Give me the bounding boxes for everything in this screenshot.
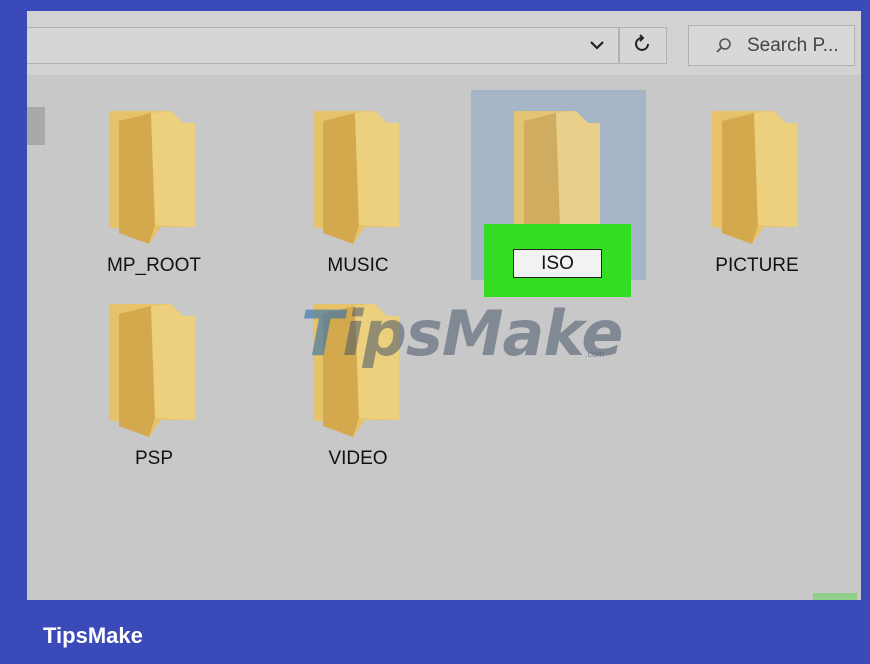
refresh-button[interactable] (619, 27, 667, 64)
folder-label: PICTURE (715, 255, 799, 276)
file-explorer-window: Search P... MP_ROOT MUSIC PICTURE PSP VI… (27, 11, 861, 600)
brand-label: TipsMake (43, 623, 143, 648)
folder-item-picture[interactable]: PICTURE (682, 109, 832, 289)
folder-icon (313, 304, 399, 437)
folder-icon (109, 111, 195, 244)
folder-label: VIDEO (328, 448, 388, 469)
toolbar: Search P... (27, 11, 861, 75)
address-bar[interactable] (27, 27, 619, 64)
folder-item-video[interactable]: VIDEO (283, 302, 433, 482)
scrollbar-thumb[interactable] (27, 107, 45, 145)
folder-label: PSP (134, 448, 174, 469)
folder-item-music[interactable]: MUSIC (283, 109, 433, 289)
folder-label: MP_ROOT (107, 255, 201, 276)
folder-item-mp-root[interactable]: MP_ROOT (79, 109, 229, 289)
search-input[interactable]: Search P... (688, 25, 855, 66)
chevron-down-icon[interactable] (585, 35, 609, 55)
refresh-icon (634, 33, 652, 58)
search-placeholder: Search P... (747, 34, 839, 56)
corner-accent (813, 593, 857, 600)
search-icon (711, 35, 737, 57)
folder-icon (313, 111, 399, 244)
rename-input[interactable]: ISO (513, 249, 602, 278)
folder-icon (109, 304, 195, 437)
folder-item-psp[interactable]: PSP (79, 302, 229, 482)
folder-label: MUSIC (327, 255, 389, 276)
folder-icon (712, 111, 798, 244)
